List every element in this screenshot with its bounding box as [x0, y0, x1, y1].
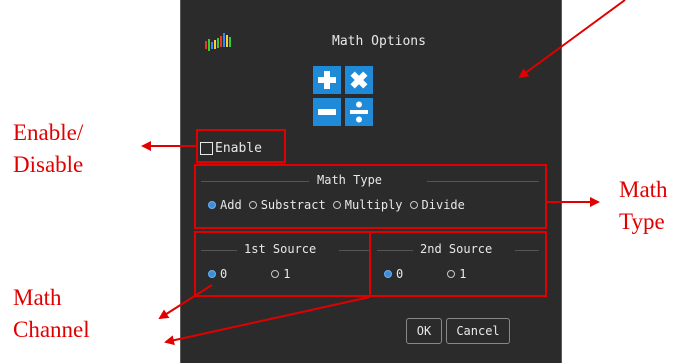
annotation-arrows	[141, 0, 626, 346]
arrow-source1	[158, 284, 213, 320]
arrow-top	[518, 0, 626, 79]
arrow-source2	[164, 296, 371, 346]
